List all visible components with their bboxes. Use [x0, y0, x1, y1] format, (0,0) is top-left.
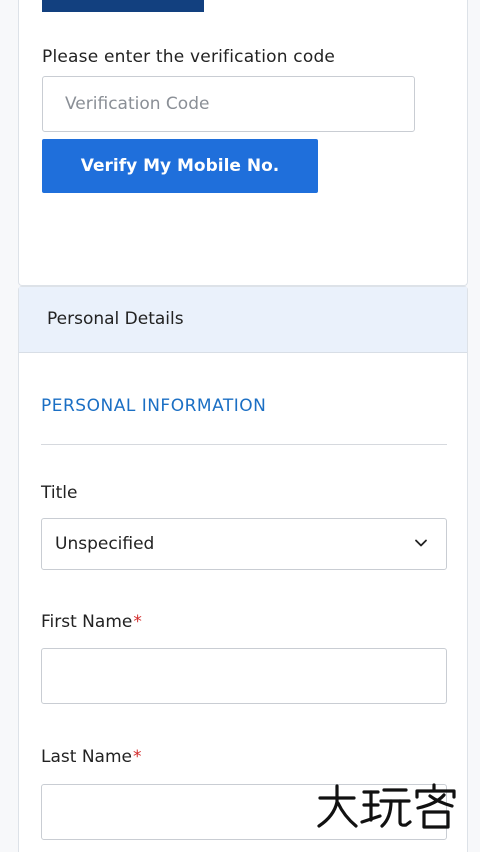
- last-name-label-row: Last Name*: [41, 747, 141, 767]
- first-name-label-row: First Name*: [41, 612, 142, 632]
- verification-code-input[interactable]: [42, 76, 415, 132]
- first-name-label: First Name: [41, 612, 133, 632]
- first-name-input[interactable]: [41, 648, 447, 704]
- personal-information-heading: PERSONAL INFORMATION: [41, 396, 267, 416]
- verification-card: Please enter the verification code Verif…: [18, 0, 468, 286]
- last-name-label: Last Name: [41, 747, 132, 767]
- watermark-logo: [317, 783, 456, 829]
- section-divider: [41, 444, 447, 445]
- title-select-value: Unspecified: [55, 534, 155, 554]
- required-marker: *: [133, 612, 142, 632]
- title-select[interactable]: Unspecified: [41, 518, 447, 570]
- previous-button-remnant[interactable]: [42, 0, 204, 12]
- personal-details-card: Personal Details PERSONAL INFORMATION Ti…: [18, 286, 468, 852]
- chevron-down-icon: [415, 539, 427, 547]
- personal-details-title: Personal Details: [47, 309, 184, 329]
- page: Please enter the verification code Verif…: [0, 0, 480, 852]
- required-marker: *: [132, 747, 142, 767]
- personal-details-header[interactable]: Personal Details: [19, 287, 467, 353]
- title-label: Title: [41, 483, 78, 503]
- verify-mobile-button[interactable]: Verify My Mobile No.: [42, 139, 318, 193]
- verification-code-label: Please enter the verification code: [42, 47, 336, 67]
